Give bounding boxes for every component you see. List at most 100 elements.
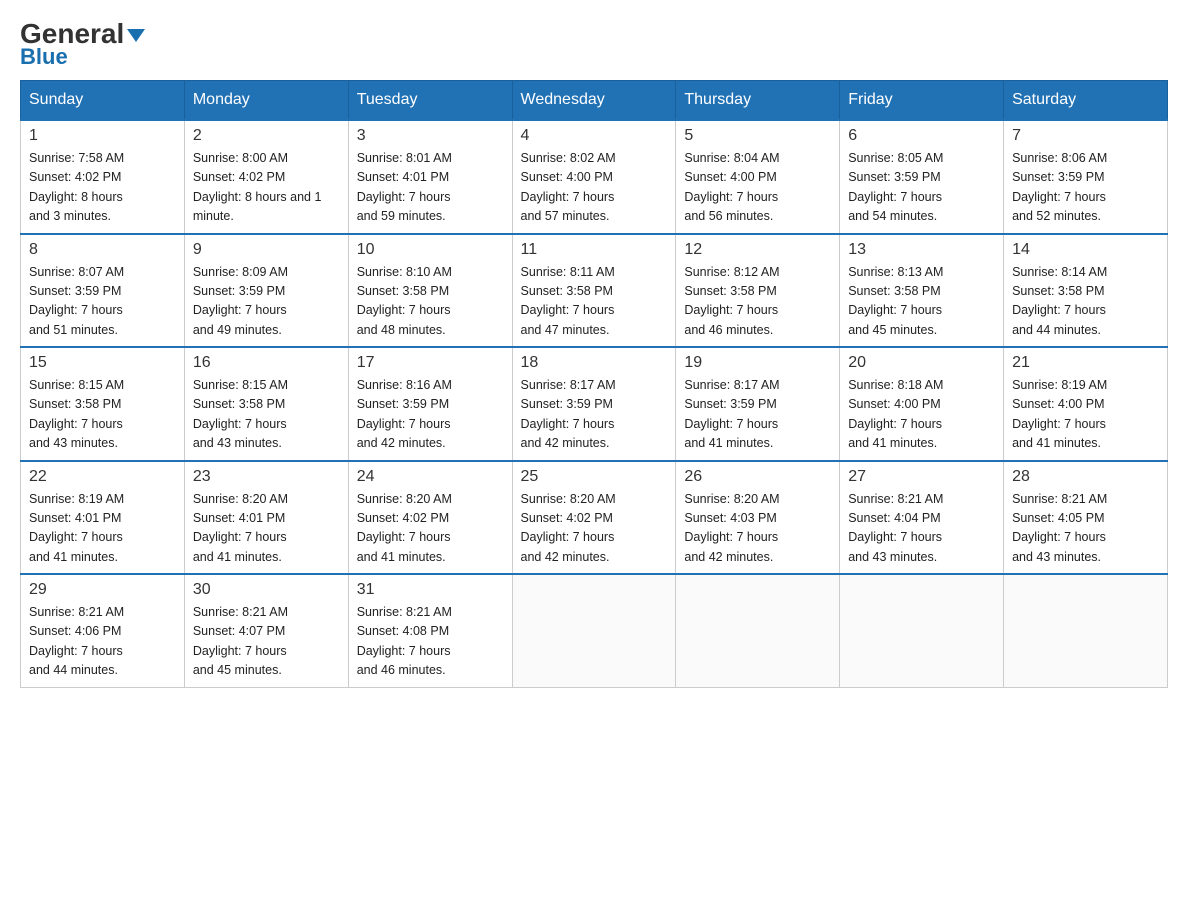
day-cell: 3 Sunrise: 8:01 AMSunset: 4:01 PMDaylight… [348, 120, 512, 234]
day-info: Sunrise: 8:06 AMSunset: 3:59 PMDaylight:… [1012, 149, 1159, 227]
day-cell: 23Sunrise: 8:20 AMSunset: 4:01 PMDayligh… [184, 461, 348, 575]
day-info: Sunrise: 8:02 AMSunset: 4:00 PMDaylight:… [521, 149, 668, 227]
day-number: 9 [193, 241, 340, 259]
day-number: 13 [848, 241, 995, 259]
day-number: 24 [357, 468, 504, 486]
day-cell: 17 Sunrise: 8:16 AMSunset: 3:59 PMDayligh… [348, 347, 512, 461]
day-cell [512, 574, 676, 687]
week-row-4: 22 Sunrise: 8:19 AMSunset: 4:01 PMDayligh… [21, 461, 1168, 575]
day-cell: 15 Sunrise: 8:15 AMSunset: 3:58 PMDayligh… [21, 347, 185, 461]
calendar-header-row: SundayMondayTuesdayWednesdayThursdayFrid… [21, 81, 1168, 121]
day-number: 3 [357, 127, 504, 145]
day-number: 14 [1012, 241, 1159, 259]
col-header-sunday: Sunday [21, 81, 185, 121]
week-row-3: 15 Sunrise: 8:15 AMSunset: 3:58 PMDayligh… [21, 347, 1168, 461]
day-cell: 26 Sunrise: 8:20 AMSunset: 4:03 PMDayligh… [676, 461, 840, 575]
day-info: Sunrise: 8:21 AMSunset: 4:07 PMDaylight:… [193, 603, 340, 681]
day-cell: 13 Sunrise: 8:13 AMSunset: 3:58 PMDayligh… [840, 234, 1004, 348]
day-cell [1004, 574, 1168, 687]
day-info: Sunrise: 8:19 AMSunset: 4:00 PMDaylight:… [1012, 376, 1159, 454]
col-header-saturday: Saturday [1004, 81, 1168, 121]
day-cell: 19Sunrise: 8:17 AMSunset: 3:59 PMDayligh… [676, 347, 840, 461]
day-info: Sunrise: 8:05 AMSunset: 3:59 PMDaylight:… [848, 149, 995, 227]
day-number: 4 [521, 127, 668, 145]
day-cell: 22 Sunrise: 8:19 AMSunset: 4:01 PMDayligh… [21, 461, 185, 575]
day-info: Sunrise: 8:04 AMSunset: 4:00 PMDaylight:… [684, 149, 831, 227]
logo-blue: Blue [20, 44, 68, 70]
day-cell: 9 Sunrise: 8:09 AMSunset: 3:59 PMDaylight… [184, 234, 348, 348]
day-number: 1 [29, 127, 176, 145]
day-info: Sunrise: 8:20 AMSunset: 4:02 PMDaylight:… [521, 490, 668, 568]
day-cell [676, 574, 840, 687]
day-number: 8 [29, 241, 176, 259]
week-row-2: 8 Sunrise: 8:07 AMSunset: 3:59 PMDaylight… [21, 234, 1168, 348]
day-cell: 6 Sunrise: 8:05 AMSunset: 3:59 PMDaylight… [840, 120, 1004, 234]
day-cell: 7 Sunrise: 8:06 AMSunset: 3:59 PMDaylight… [1004, 120, 1168, 234]
day-number: 27 [848, 468, 995, 486]
day-number: 28 [1012, 468, 1159, 486]
day-info: Sunrise: 8:18 AMSunset: 4:00 PMDaylight:… [848, 376, 995, 454]
day-info: Sunrise: 8:14 AMSunset: 3:58 PMDaylight:… [1012, 263, 1159, 341]
day-cell: 14 Sunrise: 8:14 AMSunset: 3:58 PMDayligh… [1004, 234, 1168, 348]
col-header-tuesday: Tuesday [348, 81, 512, 121]
day-cell: 5 Sunrise: 8:04 AMSunset: 4:00 PMDaylight… [676, 120, 840, 234]
day-number: 12 [684, 241, 831, 259]
day-cell: 16 Sunrise: 8:15 AMSunset: 3:58 PMDayligh… [184, 347, 348, 461]
day-cell: 4 Sunrise: 8:02 AMSunset: 4:00 PMDaylight… [512, 120, 676, 234]
day-number: 18 [521, 354, 668, 372]
day-number: 20 [848, 354, 995, 372]
day-info: Sunrise: 8:21 AMSunset: 4:08 PMDaylight:… [357, 603, 504, 681]
day-info: Sunrise: 8:15 AMSunset: 3:58 PMDaylight:… [29, 376, 176, 454]
col-header-wednesday: Wednesday [512, 81, 676, 121]
col-header-thursday: Thursday [676, 81, 840, 121]
day-cell: 29 Sunrise: 8:21 AMSunset: 4:06 PMDayligh… [21, 574, 185, 687]
day-cell: 8 Sunrise: 8:07 AMSunset: 3:59 PMDaylight… [21, 234, 185, 348]
day-cell: 28 Sunrise: 8:21 AMSunset: 4:05 PMDayligh… [1004, 461, 1168, 575]
day-cell [840, 574, 1004, 687]
day-info: Sunrise: 8:19 AMSunset: 4:01 PMDaylight:… [29, 490, 176, 568]
calendar-table: SundayMondayTuesdayWednesdayThursdayFrid… [20, 80, 1168, 688]
day-cell: 1 Sunrise: 7:58 AMSunset: 4:02 PMDaylight… [21, 120, 185, 234]
logo: General Blue [20, 20, 145, 70]
day-info: Sunrise: 8:00 AMSunset: 4:02 PMDaylight:… [193, 149, 340, 227]
day-number: 26 [684, 468, 831, 486]
day-number: 22 [29, 468, 176, 486]
day-cell: 27 Sunrise: 8:21 AMSunset: 4:04 PMDayligh… [840, 461, 1004, 575]
day-info: Sunrise: 8:16 AMSunset: 3:59 PMDaylight:… [357, 376, 504, 454]
day-info: Sunrise: 8:15 AMSunset: 3:58 PMDaylight:… [193, 376, 340, 454]
day-info: Sunrise: 8:21 AMSunset: 4:04 PMDaylight:… [848, 490, 995, 568]
day-info: Sunrise: 8:01 AMSunset: 4:01 PMDaylight:… [357, 149, 504, 227]
day-info: Sunrise: 8:11 AMSunset: 3:58 PMDaylight:… [521, 263, 668, 341]
day-cell: 31Sunrise: 8:21 AMSunset: 4:08 PMDayligh… [348, 574, 512, 687]
day-info: Sunrise: 7:58 AMSunset: 4:02 PMDaylight:… [29, 149, 176, 227]
day-number: 17 [357, 354, 504, 372]
day-number: 21 [1012, 354, 1159, 372]
day-info: Sunrise: 8:07 AMSunset: 3:59 PMDaylight:… [29, 263, 176, 341]
day-info: Sunrise: 8:17 AMSunset: 3:59 PMDaylight:… [521, 376, 668, 454]
day-number: 7 [1012, 127, 1159, 145]
day-number: 25 [521, 468, 668, 486]
day-info: Sunrise: 8:20 AMSunset: 4:03 PMDaylight:… [684, 490, 831, 568]
day-number: 10 [357, 241, 504, 259]
day-info: Sunrise: 8:10 AMSunset: 3:58 PMDaylight:… [357, 263, 504, 341]
day-info: Sunrise: 8:21 AMSunset: 4:05 PMDaylight:… [1012, 490, 1159, 568]
day-cell: 18 Sunrise: 8:17 AMSunset: 3:59 PMDayligh… [512, 347, 676, 461]
day-info: Sunrise: 8:13 AMSunset: 3:58 PMDaylight:… [848, 263, 995, 341]
day-number: 15 [29, 354, 176, 372]
day-info: Sunrise: 8:20 AMSunset: 4:02 PMDaylight:… [357, 490, 504, 568]
day-info: Sunrise: 8:09 AMSunset: 3:59 PMDaylight:… [193, 263, 340, 341]
day-cell: 20 Sunrise: 8:18 AMSunset: 4:00 PMDayligh… [840, 347, 1004, 461]
col-header-friday: Friday [840, 81, 1004, 121]
day-info: Sunrise: 8:21 AMSunset: 4:06 PMDaylight:… [29, 603, 176, 681]
week-row-5: 29 Sunrise: 8:21 AMSunset: 4:06 PMDayligh… [21, 574, 1168, 687]
day-number: 19 [684, 354, 831, 372]
day-number: 5 [684, 127, 831, 145]
day-cell: 21 Sunrise: 8:19 AMSunset: 4:00 PMDayligh… [1004, 347, 1168, 461]
day-number: 6 [848, 127, 995, 145]
day-number: 23 [193, 468, 340, 486]
day-number: 16 [193, 354, 340, 372]
day-number: 29 [29, 581, 176, 599]
col-header-monday: Monday [184, 81, 348, 121]
day-cell: 30Sunrise: 8:21 AMSunset: 4:07 PMDayligh… [184, 574, 348, 687]
day-number: 2 [193, 127, 340, 145]
